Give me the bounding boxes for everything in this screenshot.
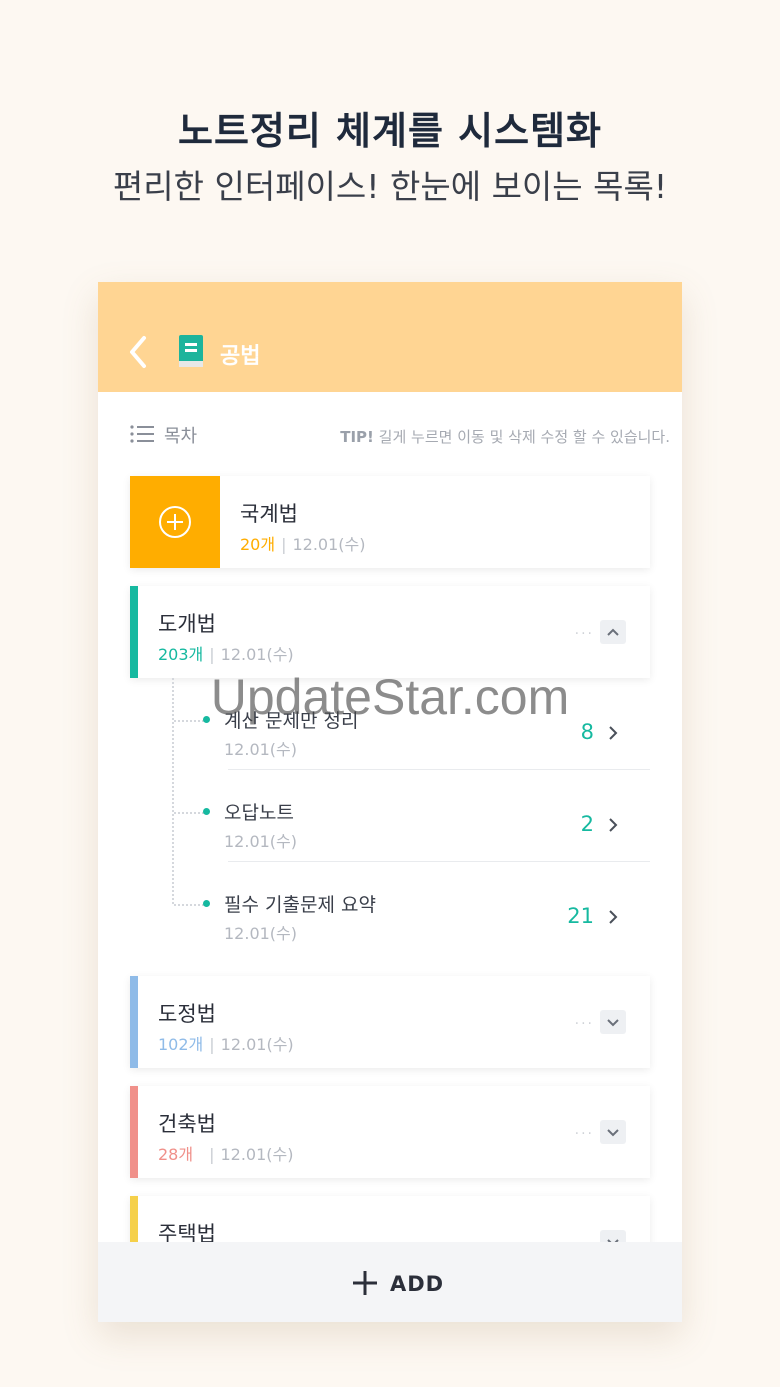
category-meta: 203개 | 12.01(수) <box>158 645 294 664</box>
category-title: 도개법 <box>158 612 216 636</box>
category-title: 건축법 <box>158 1112 216 1136</box>
add-category-button[interactable] <box>130 476 220 568</box>
list-item[interactable]: 필수 기출문제 요약 12.01(수) 21 <box>130 862 650 954</box>
bullet-dot <box>203 900 210 907</box>
category-color-bar <box>130 976 138 1068</box>
chevron-right-icon <box>609 910 618 924</box>
expand-button[interactable] <box>600 1120 626 1144</box>
category-card-add[interactable]: 국계법 20개 | 12.01(수) <box>130 476 650 568</box>
category-date: 12.01(수) <box>292 535 366 554</box>
category-color-bar <box>130 1086 138 1178</box>
more-dots-icon: ··· <box>574 1016 594 1032</box>
note-title: 필수 기출문제 요약 <box>224 894 376 916</box>
chevron-right-icon <box>609 818 618 832</box>
note-date: 12.01(수) <box>224 740 298 759</box>
category-date: 12.01(수) <box>220 1145 294 1164</box>
category-title: 국계법 <box>240 502 298 526</box>
category-card[interactable]: 도개법 203개 | 12.01(수) ··· <box>130 586 650 678</box>
category-count: 203개 <box>158 645 204 664</box>
promo-headline: 노트정리 체계를 시스템화 <box>177 109 603 153</box>
note-title: 오답노트 <box>224 802 294 824</box>
category-color-bar <box>130 586 138 678</box>
category-date: 12.01(수) <box>220 1035 294 1054</box>
collapse-button[interactable] <box>600 620 626 644</box>
chevron-left-icon <box>130 336 146 368</box>
toc-row: 목차 TIP! 길게 누르면 이동 및 삭제 수정 할 수 있습니다. <box>130 420 670 450</box>
note-date: 12.01(수) <box>224 832 298 851</box>
chevron-right-icon <box>609 726 618 740</box>
category-card[interactable]: 건축법 28개 | 12.01(수) ··· <box>130 1086 650 1178</box>
chevron-up-icon <box>607 628 619 636</box>
chevron-down-icon <box>607 1129 619 1137</box>
category-meta: 102개 | 12.01(수) <box>158 1035 294 1054</box>
promo-subline: 편리한 인터페이스! 한눈에 보이는 목록! <box>112 167 668 206</box>
app-bar: 공법 <box>98 282 682 392</box>
category-date: 12.01(수) <box>220 645 294 664</box>
app-screen: 공법 목차 TIP! 길게 누르면 이동 및 삭제 수정 할 수 있습니다. 국… <box>98 282 682 1322</box>
notebook-icon <box>179 335 203 367</box>
plus-circle-icon <box>159 506 191 538</box>
toc-label: 목차 <box>164 426 198 447</box>
category-count: 28개 <box>158 1145 194 1164</box>
more-dots-icon: ··· <box>574 626 594 642</box>
category-meta: 20개 | 12.01(수) <box>240 535 366 554</box>
tip-strong: TIP! <box>340 428 374 446</box>
back-button[interactable] <box>124 334 154 370</box>
category-count: 20개 <box>240 535 276 554</box>
app-title: 공법 <box>220 344 261 369</box>
bullet-dot <box>203 808 210 815</box>
tip-text: TIP! 길게 누르면 이동 및 삭제 수정 할 수 있습니다. <box>340 426 670 447</box>
expand-button[interactable] <box>600 1010 626 1034</box>
note-date: 12.01(수) <box>224 924 298 943</box>
chevron-down-icon <box>607 1019 619 1027</box>
category-count: 102개 <box>158 1035 204 1054</box>
category-meta: 28개 | 12.01(수) <box>158 1145 294 1164</box>
note-count: 21 <box>567 904 594 928</box>
add-label: ADD <box>390 1272 445 1296</box>
note-count: 2 <box>580 812 594 836</box>
watermark: UpdateStar.com <box>210 669 570 725</box>
list-item[interactable]: 오답노트 12.01(수) 2 <box>130 770 650 862</box>
list-icon <box>130 425 154 443</box>
category-title: 도정법 <box>158 1002 216 1026</box>
plus-icon <box>353 1271 377 1295</box>
more-dots-icon: ··· <box>574 1126 594 1142</box>
add-button[interactable]: ADD <box>98 1242 682 1322</box>
category-card[interactable]: 도정법 102개 | 12.01(수) ··· <box>130 976 650 1068</box>
tip-message: 길게 누르면 이동 및 삭제 수정 할 수 있습니다. <box>378 428 670 446</box>
